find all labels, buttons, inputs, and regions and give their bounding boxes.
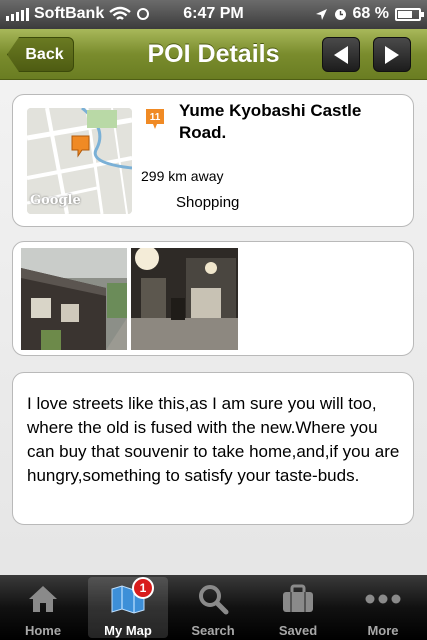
poi-marker-number: 11	[150, 112, 161, 123]
battery-icon	[395, 7, 424, 21]
tab-bar: Home 1 My Map Search Saved More	[0, 575, 427, 640]
next-poi-button[interactable]	[373, 37, 411, 72]
status-right: 68 %	[315, 5, 424, 23]
more-icon	[365, 594, 401, 604]
photo-thumbnail[interactable]	[131, 248, 238, 350]
shop-interior-photo	[131, 248, 238, 350]
photo-gallery-card	[12, 241, 414, 356]
tab-label: My Map	[104, 623, 152, 638]
poi-category: Shopping	[176, 194, 240, 211]
tab-search[interactable]: Search	[173, 577, 253, 638]
poi-marker-icon: 11	[146, 109, 164, 129]
battery-percent: 68 %	[352, 5, 389, 22]
street-photo	[21, 248, 127, 350]
page-title: POI Details	[147, 40, 280, 68]
tab-home[interactable]: Home	[3, 577, 83, 638]
google-logo: Google	[30, 193, 81, 208]
tab-my-map[interactable]: 1 My Map	[88, 577, 168, 638]
navigation-bar: Back POI Details	[0, 29, 427, 80]
tab-label: Saved	[278, 623, 318, 638]
notification-badge: 1	[132, 577, 154, 599]
tab-label: More	[367, 623, 399, 638]
photo-thumbnail[interactable]	[21, 248, 127, 350]
description-card: I love streets like this,as I am sure yo…	[12, 372, 414, 525]
briefcase-icon	[283, 584, 313, 612]
poi-name: Yume Kyobashi Castle Road.	[179, 101, 362, 142]
triangle-left-icon	[334, 45, 348, 64]
home-icon	[29, 586, 57, 612]
poi-distance: 299 km away	[141, 168, 224, 184]
tab-label: Home	[24, 623, 62, 638]
previous-poi-button[interactable]	[322, 37, 360, 72]
location-icon	[315, 8, 327, 20]
alarm-icon	[334, 8, 346, 20]
poi-description: I love streets like this,as I am sure yo…	[27, 394, 400, 485]
tab-saved[interactable]: Saved	[258, 577, 338, 638]
tab-label: Search	[191, 623, 235, 638]
poi-summary-card: Google 11 Yume Kyobashi Castle Road. 299…	[12, 94, 414, 227]
triangle-right-icon	[385, 45, 399, 64]
tab-more[interactable]: More	[343, 577, 423, 638]
map-thumbnail[interactable]: Google	[27, 108, 132, 214]
search-icon	[199, 585, 229, 615]
status-bar: SoftBank 6:47 PM 68 %	[0, 0, 427, 29]
